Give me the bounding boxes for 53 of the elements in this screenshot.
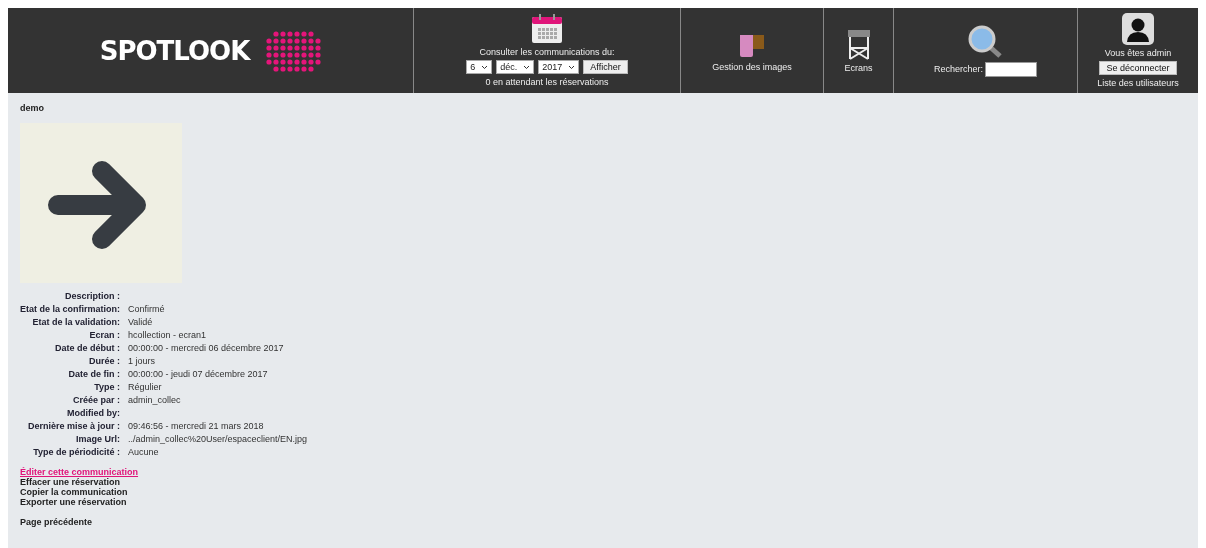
- action-link[interactable]: Effacer une réservation: [20, 477, 121, 487]
- detail-value: hcollection - ecran1: [128, 330, 208, 340]
- search-label: Rechercher:: [934, 64, 983, 74]
- back-link[interactable]: Page précédente: [20, 517, 93, 527]
- users-list-link[interactable]: Liste des utilisateurs: [1097, 78, 1179, 88]
- detail-label: Créée par :: [71, 395, 120, 405]
- detail-label: Etat de la confirmation:: [20, 304, 120, 314]
- detail-label: Durée :: [88, 356, 120, 366]
- detail-label: Type :: [93, 382, 120, 392]
- detail-label: Modified by:: [66, 408, 120, 418]
- year-select[interactable]: 2017: [538, 60, 580, 74]
- film-roll-icon[interactable]: [737, 29, 767, 59]
- detail-label: Ecran :: [88, 330, 120, 340]
- images-label[interactable]: Gestion des images: [712, 62, 792, 72]
- detail-value: 00:00:00 - mercredi 06 décembre 2017: [128, 343, 285, 353]
- date-label: Consulter les communications du:: [479, 47, 615, 57]
- page-title: demo: [20, 103, 45, 113]
- detail-label: Description :: [64, 291, 120, 301]
- dots-icon: [265, 29, 322, 72]
- search-field[interactable]: [985, 61, 1037, 77]
- day-select[interactable]: 6: [466, 60, 493, 74]
- detail-value: 00:00:00 - jeudi 07 décembre 2017: [128, 369, 269, 379]
- detail-value: 1 jours: [128, 356, 156, 366]
- action-link[interactable]: Éditer cette communication: [20, 467, 139, 477]
- detail-value: Aucune: [128, 447, 160, 457]
- detail-value: admin_collec: [128, 395, 182, 405]
- search-icon[interactable]: [967, 24, 1004, 59]
- detail-label: Date de fin :: [67, 369, 120, 379]
- detail-label: Dernière mise à jour :: [26, 421, 120, 431]
- detail-label: Etat de la validation:: [31, 317, 120, 327]
- user-status: Vous êtes admin: [1104, 48, 1172, 58]
- director-chair-icon[interactable]: [846, 28, 871, 60]
- chevron-down-icon: [568, 64, 576, 70]
- calendar-icon[interactable]: [531, 14, 563, 44]
- show-button[interactable]: Afficher: [583, 60, 628, 74]
- action-link[interactable]: Copier la communication: [20, 487, 128, 497]
- chevron-down-icon: [481, 64, 489, 70]
- logo: SPOTLOOK: [99, 35, 250, 66]
- screens-label[interactable]: Ecrans: [844, 63, 873, 73]
- detail-label: Image Url:: [75, 434, 120, 444]
- detail-value: Régulier: [128, 382, 163, 392]
- detail-value: 09:46:56 - mercredi 21 mars 2018: [128, 421, 265, 431]
- month-select[interactable]: déc.: [496, 60, 535, 74]
- detail-value: Validé: [128, 317, 154, 327]
- detail-value: ../admin_collec%20User/espaceclient/EN.jpg: [128, 434, 308, 444]
- logout-button[interactable]: Se déconnecter: [1099, 61, 1177, 75]
- pending-count: 0 en attendant les réservations: [485, 77, 609, 87]
- detail-label: Date de début :: [54, 343, 120, 353]
- chevron-down-icon: [523, 64, 531, 70]
- detail-value: Confirmé: [128, 304, 166, 314]
- user-avatar-icon[interactable]: [1122, 13, 1154, 45]
- action-link[interactable]: Exporter une réservation: [20, 497, 127, 507]
- detail-label: Type de périodicité :: [32, 447, 120, 457]
